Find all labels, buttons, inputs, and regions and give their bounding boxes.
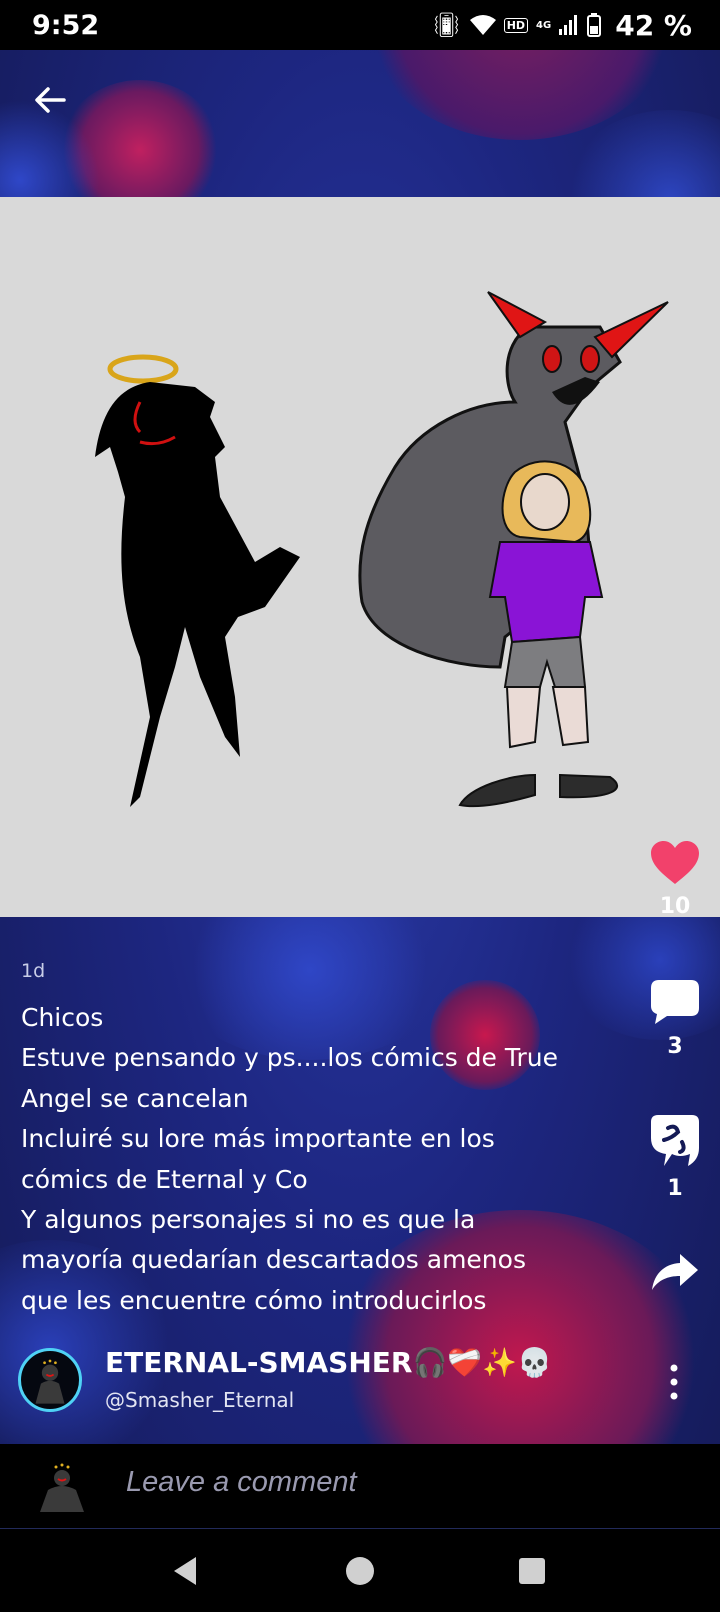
comment-button[interactable]: 3: [630, 978, 720, 1059]
nav-back-button[interactable]: [168, 1553, 204, 1589]
signal-icon: [559, 15, 578, 35]
post-text-line: mayoría quedarían descartados amenos: [21, 1245, 526, 1275]
post-time: 1d: [21, 960, 46, 982]
nav-home-button[interactable]: [342, 1553, 378, 1589]
comment-bar: Leave a comment: [0, 1444, 720, 1529]
heart-icon: [651, 841, 699, 884]
comment-input[interactable]: Leave a comment: [126, 1466, 357, 1499]
post-text-line: que les encuentre cómo introducirlos: [21, 1285, 487, 1315]
status-bar: 9:52 📳︎ HD 4G 42 %: [0, 0, 720, 50]
vibrate-icon: 📳︎: [431, 11, 462, 39]
wifi-icon: [469, 15, 496, 35]
author-avatar[interactable]: [18, 1348, 82, 1412]
drawing-illustration: [95, 291, 669, 808]
nav-recents-button[interactable]: [514, 1553, 550, 1589]
post-image[interactable]: [0, 197, 720, 917]
more-vertical-icon: [670, 1364, 678, 1400]
author-avatar-image: [35, 1359, 65, 1404]
comment-count: 3: [667, 1034, 683, 1059]
post-body: Chicos Estuve pensando y ps....los cómic…: [21, 998, 601, 1321]
post-text-line: Angel se cancelan: [21, 1083, 249, 1113]
girl-shorts: [503, 635, 587, 688]
comment-bubble-icon: [651, 980, 699, 1024]
system-nav-bar: [0, 1529, 720, 1612]
network-type: 4G: [536, 19, 552, 31]
props-button[interactable]: 1: [630, 1114, 720, 1201]
status-time: 9:52: [32, 9, 100, 41]
props-count: 1: [667, 1176, 683, 1201]
author-handle: @Smasher_Eternal: [105, 1388, 295, 1412]
post-text-line: cómics de Eternal y Co: [21, 1164, 308, 1194]
more-options-button[interactable]: [664, 1362, 684, 1402]
hd-badge: HD: [503, 17, 529, 33]
share-arrow-icon: [652, 1254, 698, 1290]
nav-recents-icon: [519, 1558, 545, 1584]
share-button[interactable]: [630, 1252, 720, 1296]
status-icons: 📳︎ HD 4G 42 %: [431, 9, 692, 42]
author-row[interactable]: ETERNAL-SMASHER🎧❤️‍🩹✨💀 @Smasher_Eternal: [18, 1346, 698, 1418]
author-name[interactable]: ETERNAL-SMASHER🎧❤️‍🩹✨💀: [105, 1346, 552, 1379]
user-avatar: [34, 1462, 90, 1514]
battery-percent: 42 %: [615, 8, 692, 42]
shadow-figure: [95, 382, 300, 807]
post-text-line: Chicos: [21, 1003, 104, 1032]
arrow-left-icon: [35, 87, 66, 113]
like-button[interactable]: 10: [630, 840, 720, 919]
post-text-line: Estuve pensando y ps....los cómics de Tr…: [21, 1043, 558, 1073]
nav-home-icon: [346, 1557, 374, 1585]
battery-icon: [587, 13, 602, 37]
props-icon: [651, 1115, 699, 1166]
post-text-line: Incluiré su lore más importante en los: [21, 1124, 495, 1154]
halo-shape: [107, 354, 179, 384]
user-avatar-image: [40, 1463, 84, 1512]
nav-back-icon: [174, 1557, 196, 1585]
girl-face: [520, 473, 570, 531]
post-text-line: Y algunos personajes si no es que la: [21, 1205, 476, 1235]
back-button[interactable]: [28, 78, 72, 122]
like-count: 10: [659, 894, 691, 919]
